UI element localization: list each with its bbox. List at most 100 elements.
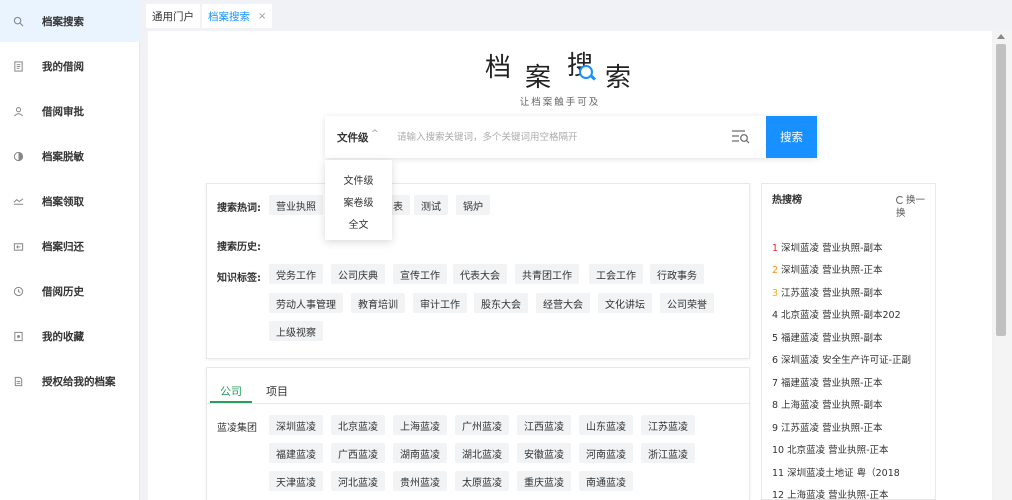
knowledge-tag[interactable]: 行政事务 [650, 264, 704, 284]
tab-label: 通用门户 [152, 10, 194, 23]
company-tag[interactable]: 贵州蓝凌 [393, 471, 447, 491]
search-level-select[interactable]: 文件级 [337, 130, 369, 145]
tab-divider [206, 403, 749, 404]
knowledge-tag[interactable]: 审计工作 [413, 293, 467, 313]
advanced-search-icon[interactable] [731, 129, 751, 145]
sidebar: 档案搜索 我的借阅 借阅审批 档案脱敏 档案领取 档案归还 借阅历史 我的收藏 … [0, 0, 140, 500]
hot-terms-label: 搜索热词: [217, 203, 261, 214]
dropdown-option-fulltext[interactable]: 全文 [325, 216, 392, 231]
sidebar-item-receive[interactable]: 档案领取 [0, 180, 140, 222]
hot-term-tag[interactable]: 测试 [414, 195, 448, 215]
hot-list-item[interactable]: 7 福建蓝凌 营业执照-正本 [772, 375, 935, 389]
chevron-up-icon[interactable]: ^ [371, 129, 379, 139]
level-dropdown: 文件级 案卷级 全文 [325, 160, 392, 240]
hot-rank: 4 [772, 310, 779, 321]
company-tag[interactable]: 北京蓝凌 [331, 415, 385, 435]
hot-list-item[interactable]: 10 北京蓝凌 营业执照-正本 [772, 442, 935, 456]
company-tag[interactable]: 浙江蓝凌 [641, 443, 695, 463]
company-tag[interactable]: 重庆蓝凌 [517, 471, 571, 491]
hot-list-item[interactable]: 8 上海蓝凌 营业执照-副本 [772, 397, 935, 411]
scroll-up-icon[interactable] [997, 34, 1005, 39]
active-tab-indicator [210, 401, 252, 403]
hot-list-item[interactable]: 11 深圳蓝凌土地证 粤（2018 [772, 465, 935, 479]
company-tag[interactable]: 江西蓝凌 [517, 415, 571, 435]
knowledge-tag[interactable]: 股东大会 [474, 293, 528, 313]
knowledge-tag[interactable]: 教育培训 [351, 293, 405, 313]
company-tag[interactable]: 深圳蓝凌 [269, 415, 323, 435]
hot-rank: 8 [772, 400, 779, 411]
company-tag[interactable]: 南通蓝凌 [579, 471, 633, 491]
document-icon [12, 60, 24, 72]
company-tag[interactable]: 河南蓝凌 [579, 443, 633, 463]
knowledge-tag[interactable]: 公司荣誉 [660, 293, 714, 313]
company-tag[interactable]: 天津蓝凌 [269, 471, 323, 491]
sidebar-item-borrow-approval[interactable]: 借阅审批 [0, 90, 140, 132]
company-tag[interactable]: 山东蓝凌 [579, 415, 633, 435]
refresh-button[interactable]: 换一换 [896, 194, 932, 220]
company-tag[interactable]: 湖南蓝凌 [393, 443, 447, 463]
sidebar-item-history[interactable]: 借阅历史 [0, 270, 140, 312]
hot-list-item[interactable]: 12 上海蓝凌 营业执照-正本 [772, 487, 935, 500]
tab-company[interactable]: 公司 [220, 383, 242, 399]
hot-rank: 12 [772, 490, 785, 500]
hot-list-item[interactable]: 9 江苏蓝凌 营业执照-正本 [772, 420, 935, 434]
hot-list-item[interactable]: 2 深圳蓝凌 营业执照-正本 [772, 262, 935, 276]
search-icon [12, 15, 24, 27]
hot-rank: 2 [772, 265, 779, 276]
tab-project[interactable]: 项目 [266, 383, 288, 399]
company-tag[interactable]: 湖北蓝凌 [455, 443, 509, 463]
company-tag[interactable]: 福建蓝凌 [269, 443, 323, 463]
hot-text: 江苏蓝凌 营业执照-副本 [781, 288, 883, 299]
knowledge-tag[interactable]: 工会工作 [589, 264, 643, 284]
company-tag[interactable]: 上海蓝凌 [393, 415, 447, 435]
refresh-icon [896, 196, 904, 204]
knowledge-tag[interactable]: 劳动人事管理 [269, 293, 343, 313]
logo-char: 档 [485, 53, 512, 83]
hot-list-item[interactable]: 5 福建蓝凌 营业执照-副本 [772, 330, 935, 344]
knowledge-tag[interactable]: 公司庆典 [331, 264, 385, 284]
knowledge-tag[interactable]: 共青团工作 [515, 264, 579, 284]
hot-text: 福建蓝凌 营业执照-副本 [781, 333, 883, 344]
hot-rank: 7 [772, 378, 779, 389]
group-label: 蓝凌集团 [217, 423, 257, 434]
hot-list-item[interactable]: 3 江苏蓝凌 营业执照-副本 [772, 285, 935, 299]
knowledge-tag[interactable]: 上级视察 [269, 321, 323, 341]
company-tag[interactable]: 江苏蓝凌 [641, 415, 695, 435]
tab-portal[interactable]: 通用门户 [146, 4, 200, 28]
company-tag[interactable]: 太原蓝凌 [455, 471, 509, 491]
sidebar-item-archive-search[interactable]: 档案搜索 [0, 0, 140, 42]
company-tag[interactable]: 广州蓝凌 [455, 415, 509, 435]
dropdown-option-volume[interactable]: 案卷级 [325, 194, 392, 209]
knowledge-tag[interactable]: 宣传工作 [393, 264, 447, 284]
scrollbar-thumb[interactable] [996, 44, 1006, 336]
company-tag[interactable]: 河北蓝凌 [331, 471, 385, 491]
knowledge-tag[interactable]: 党务工作 [269, 264, 323, 284]
close-icon[interactable]: × [258, 11, 266, 22]
knowledge-tag[interactable]: 代表大会 [453, 264, 507, 284]
dropdown-option-file[interactable]: 文件级 [325, 172, 392, 187]
search-subtitle: 让档案触手可及 [519, 97, 601, 108]
search-input[interactable] [397, 126, 717, 148]
sidebar-item-authorized[interactable]: 授权给我的档案 [0, 360, 140, 402]
hot-list-item[interactable]: 1 深圳蓝凌 营业执照-副本 [772, 240, 935, 254]
sidebar-item-label: 我的借阅 [42, 60, 84, 73]
hot-term-tag[interactable]: 锅炉 [456, 195, 490, 215]
receive-icon [12, 195, 24, 207]
hot-list-card: 热搜榜 换一换 1 深圳蓝凌 营业执照-副本 2 深圳蓝凌 营业执照-正本 3 江苏蓝… [761, 183, 936, 500]
logo-char: 索 [605, 63, 632, 93]
sidebar-item-return[interactable]: 档案归还 [0, 225, 140, 267]
knowledge-tag[interactable]: 经营大会 [536, 293, 590, 313]
company-tag[interactable]: 广西蓝凌 [331, 443, 385, 463]
sidebar-item-desensitize[interactable]: 档案脱敏 [0, 135, 140, 177]
company-tag[interactable]: 安徽蓝凌 [517, 443, 571, 463]
user-check-icon [12, 105, 24, 117]
sidebar-item-my-borrow[interactable]: 我的借阅 [0, 45, 140, 87]
hot-term-tag[interactable]: 营业执照 [269, 195, 323, 215]
sidebar-item-favorites[interactable]: 我的收藏 [0, 315, 140, 357]
hot-list-item[interactable]: 4 北京蓝凌 营业执照-副本202 [772, 307, 935, 321]
tab-archive-search[interactable]: 档案搜索 × [202, 4, 273, 28]
sidebar-item-label: 档案脱敏 [42, 150, 84, 163]
search-button[interactable]: 搜索 [766, 116, 817, 158]
hot-list-item[interactable]: 6 深圳蓝凌 安全生产许可证-正副 [772, 352, 935, 366]
knowledge-tag[interactable]: 文化讲坛 [598, 293, 652, 313]
